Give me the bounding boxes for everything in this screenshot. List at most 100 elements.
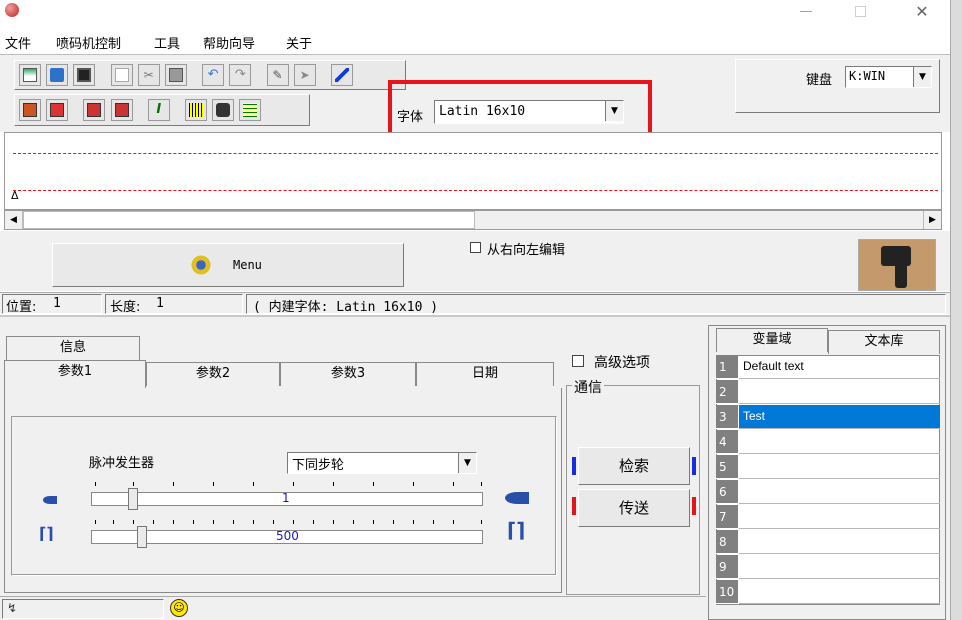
printer-handle xyxy=(895,262,907,288)
row-text[interactable]: Default text xyxy=(739,355,940,379)
editor-scrollbar[interactable]: ◀ ▶ xyxy=(4,210,942,230)
advanced-checkbox[interactable] xyxy=(572,355,584,367)
library-row-4[interactable]: 4 xyxy=(716,430,940,455)
chevron-down-icon[interactable]: ▼ xyxy=(605,101,623,121)
menu-printer-control[interactable]: 喷码机控制 xyxy=(56,33,121,52)
delete-field-icon[interactable] xyxy=(46,99,69,121)
library-row-10[interactable]: 10 xyxy=(716,580,940,605)
send-indicator-left xyxy=(572,497,576,515)
cut-icon[interactable]: ✂ xyxy=(137,64,160,86)
library-row-1[interactable]: 1 Default text xyxy=(716,355,940,380)
undo-icon[interactable]: ↶ xyxy=(202,64,225,86)
field-right-icon[interactable] xyxy=(110,99,133,121)
search-indicator-right xyxy=(692,457,696,475)
library-row-8[interactable]: 8 xyxy=(716,530,940,555)
library-row-9[interactable]: 9 xyxy=(716,555,940,580)
height-small-icon[interactable]: ⌈⌉ xyxy=(39,524,59,546)
font-select[interactable]: Latin 16x10 ▼ xyxy=(434,100,624,124)
insert-field-icon[interactable] xyxy=(19,99,41,121)
counter-icon[interactable] xyxy=(212,99,235,121)
row-text[interactable] xyxy=(739,480,940,504)
message-editor[interactable]: Δ xyxy=(4,132,942,210)
row-text[interactable] xyxy=(739,555,940,579)
font-select-value: Latin 16x10 xyxy=(439,104,526,119)
scroll-right-button[interactable]: ▶ xyxy=(923,211,941,229)
menu-about[interactable]: 关于 xyxy=(286,33,312,52)
save-icon[interactable] xyxy=(73,64,96,86)
row-text[interactable] xyxy=(739,530,940,554)
status-bar: 位置: 1 长度: 1 ( 内建字体: Latin 16x10 ) xyxy=(0,292,950,315)
row-number: 6 xyxy=(716,480,738,504)
speed-down-icon[interactable] xyxy=(43,496,57,504)
row-text[interactable] xyxy=(739,455,940,479)
close-button[interactable]: ✕ xyxy=(912,2,932,22)
toolbar-area: ✂ ↶ ↷ ✎ ➤ I 字体 Latin 16x10 ▼ 键盘 K:WIN ▼ xyxy=(0,54,950,140)
library-row-3[interactable]: 3 Test xyxy=(716,405,940,430)
tab-param3-label: 参数3 xyxy=(330,366,366,381)
paste-icon[interactable] xyxy=(164,64,187,86)
toolbar-row-1: ✂ ↶ ↷ ✎ ➤ xyxy=(14,60,406,90)
row-text[interactable] xyxy=(739,580,940,604)
slider1-track[interactable]: 1 xyxy=(91,491,483,506)
minimize-button[interactable]: — xyxy=(796,2,816,22)
rtl-checkbox[interactable] xyxy=(470,242,481,253)
send-plane-icon[interactable]: ➤ xyxy=(293,64,316,86)
library-row-2[interactable]: 2 xyxy=(716,380,940,405)
new-file-icon[interactable] xyxy=(19,64,41,86)
keyboard-select[interactable]: K:WIN ▼ xyxy=(845,66,932,88)
maximize-button[interactable] xyxy=(855,6,866,17)
tab-text-library[interactable]: 文本库 xyxy=(828,330,940,354)
grid-icon[interactable] xyxy=(239,99,262,121)
advanced-checkbox-label: 高级选项 xyxy=(594,355,650,371)
row-number: 10 xyxy=(716,580,738,604)
tab-info[interactable]: 信息 xyxy=(6,336,140,360)
library-row-6[interactable]: 6 xyxy=(716,480,940,505)
row-number: 3 xyxy=(716,405,738,429)
slider2-track[interactable]: 500 xyxy=(91,529,483,544)
row-number: 4 xyxy=(716,430,738,454)
menu-file[interactable]: 文件 xyxy=(5,33,31,52)
scroll-left-button[interactable]: ◀ xyxy=(5,211,23,229)
barcode-icon[interactable] xyxy=(185,99,208,121)
search-indicator-left xyxy=(572,457,576,475)
redo-icon[interactable]: ↷ xyxy=(229,64,252,86)
pen-icon[interactable] xyxy=(330,64,353,86)
tab-param2[interactable]: 参数2 xyxy=(146,362,280,386)
field-left-icon[interactable] xyxy=(83,99,106,121)
slider2-thumb[interactable] xyxy=(137,526,147,548)
tab-param1[interactable]: 参数1 xyxy=(4,360,146,388)
row-text[interactable]: Test xyxy=(739,405,940,429)
row-text[interactable] xyxy=(739,505,940,529)
menu-button[interactable]: Menu xyxy=(52,243,404,287)
hourglass-icon[interactable]: I xyxy=(147,99,170,121)
library-row-7[interactable]: 7 xyxy=(716,505,940,530)
pulse-generator-select[interactable]: 下同步轮 ▼ xyxy=(287,452,477,474)
search-button[interactable]: 检索 xyxy=(578,447,690,485)
slider1-value: 1 xyxy=(282,491,290,505)
row-text[interactable] xyxy=(739,380,940,404)
menu-tools[interactable]: 工具 xyxy=(154,33,180,52)
pulse-generator-value: 下同步轮 xyxy=(292,458,345,473)
paint-icon[interactable]: ✎ xyxy=(266,64,289,86)
chevron-down-icon[interactable]: ▼ xyxy=(913,67,931,87)
tab-variable-fields[interactable]: 变量域 xyxy=(716,328,828,352)
window-edge xyxy=(950,0,962,620)
menu-bar: 文件 喷码机控制 工具 帮助向导 关于 xyxy=(0,30,950,54)
row-text[interactable] xyxy=(739,430,940,454)
tab-date[interactable]: 日期 xyxy=(416,362,554,386)
tab-param3[interactable]: 参数3 xyxy=(280,362,416,386)
cursor-marker: Δ xyxy=(11,189,19,202)
slider1-thumb[interactable] xyxy=(128,488,138,510)
speed-up-icon[interactable] xyxy=(505,492,529,504)
scroll-thumb[interactable] xyxy=(23,211,475,229)
menu-help-wizard[interactable]: 帮助向导 xyxy=(203,33,255,52)
open-file-icon[interactable] xyxy=(46,64,69,86)
chevron-down-icon[interactable]: ▼ xyxy=(458,453,476,473)
bottom-status-cell-1: ↯ xyxy=(2,599,164,619)
height-large-icon[interactable]: ⌈⌉ xyxy=(507,518,527,546)
menu-gear-icon xyxy=(190,254,212,276)
library-row-5[interactable]: 5 xyxy=(716,455,940,480)
search-button-label: 检索 xyxy=(618,457,649,475)
send-button[interactable]: 传送 xyxy=(578,489,690,527)
copy-icon[interactable] xyxy=(110,64,133,86)
